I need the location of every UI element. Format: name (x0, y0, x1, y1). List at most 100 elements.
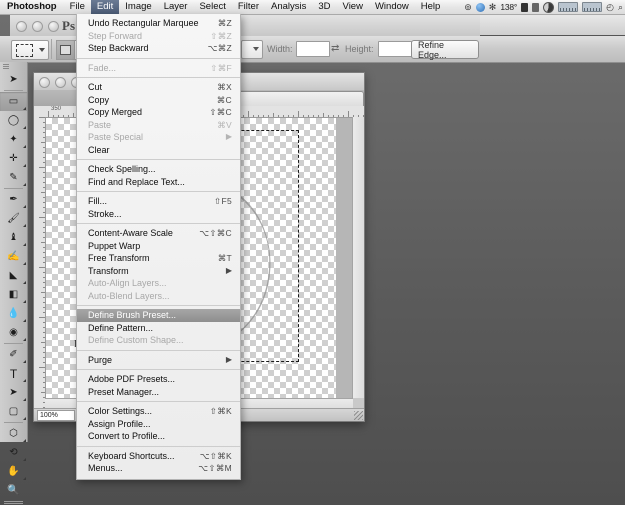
new-selection-button[interactable] (56, 40, 74, 60)
history-brush-tool[interactable]: ✍ (0, 247, 27, 266)
width-input[interactable] (296, 41, 330, 57)
blur-tool[interactable]: 💧 (0, 304, 27, 323)
close-button[interactable] (16, 21, 27, 32)
ruler-tick (43, 137, 45, 138)
menu-item-cut[interactable]: Cut ⌘X (77, 81, 240, 94)
dodge-icon: ◉ (9, 327, 18, 338)
rectangular-marquee-tool[interactable]: ▭ (0, 92, 27, 111)
3d-rotate-tool[interactable]: ⬡ (0, 424, 27, 443)
zoom-button[interactable] (48, 21, 59, 32)
spotlight-icon[interactable]: ⌕ (618, 0, 623, 14)
menu-item-purge[interactable]: Purge ▶ (77, 354, 240, 367)
dodge-tool[interactable]: ◉ (0, 323, 27, 342)
battery-icon[interactable] (521, 2, 529, 12)
airplay-icon[interactable]: ⊚ (464, 0, 472, 14)
menu-item-define-pattern[interactable]: Define Pattern... (77, 322, 240, 335)
swap-dimensions-icon[interactable]: ⇄ (331, 43, 339, 54)
menu-item-label: Paste (88, 119, 112, 130)
horizontal-type-tool[interactable]: T (0, 364, 27, 383)
quick-selection-tool[interactable]: ✦ (0, 130, 27, 149)
ruler-tick (43, 307, 45, 308)
rectangular-marquee-icon: ▭ (8, 96, 19, 107)
menu-item-check-spelling[interactable]: Check Spelling... (77, 163, 240, 176)
dropbox-icon[interactable] (475, 2, 485, 12)
tool-preset-picker[interactable] (11, 40, 49, 60)
refine-edge-button[interactable]: Refine Edge... (411, 40, 479, 60)
menu-item-puppet-warp[interactable]: Puppet Warp (77, 240, 240, 253)
height-input[interactable] (378, 41, 412, 57)
style-select[interactable] (241, 40, 263, 59)
tool-flyout-indicator-icon (22, 337, 26, 341)
menu-item-keyboard-shortcuts[interactable]: Keyboard Shortcuts... ⌥⇧⌘K (77, 450, 240, 463)
pen-tool[interactable]: ✐ (0, 345, 27, 364)
temperature-readout[interactable]: 138° (500, 0, 517, 14)
menu-item-preset-manager[interactable]: Preset Manager... (77, 386, 240, 399)
menu-item-label: Step Backward (88, 43, 149, 53)
menubar-item-image[interactable]: Image (119, 0, 157, 14)
window-resize-grip[interactable] (354, 411, 363, 420)
menu-item-define-brush-preset[interactable]: Define Brush Preset... (77, 309, 240, 322)
menubar-item-layer[interactable]: Layer (158, 0, 194, 14)
menubar-item-help[interactable]: Help (415, 0, 447, 14)
menu-item-transform[interactable]: Transform ▶ (77, 265, 240, 278)
rectangle-shape-tool[interactable]: ▢ (0, 402, 27, 421)
edit-menu-dropdown[interactable]: Undo Rectangular Marquee ⌘Z Step Forward ⇧⌘… (76, 14, 241, 480)
menubar-item-view[interactable]: View (337, 0, 369, 14)
eyedropper-tool[interactable]: ✎ (0, 168, 27, 187)
brush-tool[interactable]: 🖌 (0, 209, 27, 228)
menubar-app-name[interactable]: Photoshop (0, 0, 64, 14)
menu-item-convert-to-profile[interactable]: Convert to Profile... (77, 430, 240, 443)
document-close-button[interactable] (39, 77, 50, 88)
3d-orbit-tool[interactable]: ⟲ (0, 443, 27, 462)
clone-stamp-tool[interactable]: ♝ (0, 228, 27, 247)
menubar-item-3d[interactable]: 3D (312, 0, 336, 14)
ruler-tick (43, 352, 45, 353)
move-tool[interactable]: ➤ (0, 70, 27, 89)
menu-item-label: Assign Profile... (88, 418, 151, 429)
menu-item-step-backward[interactable]: Step Backward ⌥⌘Z (77, 42, 240, 55)
menu-item-fill[interactable]: Fill... ⇧F5 (77, 195, 240, 208)
eyedropper-icon: ✎ (9, 172, 18, 183)
panel-grip[interactable] (3, 64, 9, 69)
menu-item-find-and-replace-text[interactable]: Find and Replace Text... (77, 176, 240, 189)
path-selection-tool[interactable]: ➤ (0, 383, 27, 402)
spot-healing-brush-tool[interactable]: ✒ (0, 190, 27, 209)
eraser-tool[interactable]: ◣ (0, 266, 27, 285)
vertical-ruler[interactable] (34, 117, 46, 409)
vertical-scrollbar[interactable] (352, 117, 364, 398)
lasso-tool[interactable]: ◯ (0, 111, 27, 130)
menu-item-stroke[interactable]: Stroke... (77, 208, 240, 221)
menubar-item-select[interactable]: Select (193, 0, 231, 14)
menu-item-menus[interactable]: Menus... ⌥⇧⌘M (77, 462, 240, 475)
timemachine-icon[interactable]: ◴ (606, 0, 614, 14)
gradient-tool[interactable]: ◧ (0, 285, 27, 304)
network-graph-2-icon[interactable] (582, 2, 603, 12)
menu-item-adobe-pdf-presets[interactable]: Adobe PDF Presets... (77, 373, 240, 386)
menu-item-copy-merged[interactable]: Copy Merged ⇧⌘C (77, 106, 240, 119)
disk-meter-icon[interactable] (543, 1, 555, 13)
cpu-meter-icon[interactable] (532, 2, 540, 12)
document-minimize-button[interactable] (55, 77, 66, 88)
network-graph-icon[interactable] (558, 2, 579, 12)
menu-item-copy[interactable]: Copy ⌘C (77, 94, 240, 107)
menu-item-clear[interactable]: Clear (77, 144, 240, 157)
menubar-item-filter[interactable]: Filter (232, 0, 265, 14)
menu-item-assign-profile[interactable]: Assign Profile... (77, 418, 240, 431)
menubar-item-edit[interactable]: Edit (90, 0, 120, 14)
menu-item-content-aware-scale[interactable]: Content-Aware Scale ⌥⇧⌘C (77, 227, 240, 240)
window-controls[interactable] (16, 21, 59, 32)
tool-flyout-indicator-icon (22, 416, 26, 420)
minimize-button[interactable] (32, 21, 43, 32)
tool-flyout-indicator-icon (22, 242, 26, 246)
menu-item-undo-rectangular-marquee[interactable]: Undo Rectangular Marquee ⌘Z (77, 17, 240, 30)
bluetooth-icon[interactable]: ✻ (489, 0, 497, 14)
menubar-item-analysis[interactable]: Analysis (265, 0, 312, 14)
menubar-item-file[interactable]: File (64, 0, 91, 14)
menubar-item-window[interactable]: Window (369, 0, 415, 14)
zoom-tool[interactable]: 🔍 (0, 481, 27, 500)
hand-tool[interactable]: ✋ (0, 462, 27, 481)
crop-tool[interactable]: ✛ (0, 149, 27, 168)
menu-item-free-transform[interactable]: Free Transform ⌘T (77, 252, 240, 265)
menu-item-color-settings[interactable]: Color Settings... ⇧⌘K (77, 405, 240, 418)
zoom-level-field[interactable]: 100% (37, 409, 75, 421)
